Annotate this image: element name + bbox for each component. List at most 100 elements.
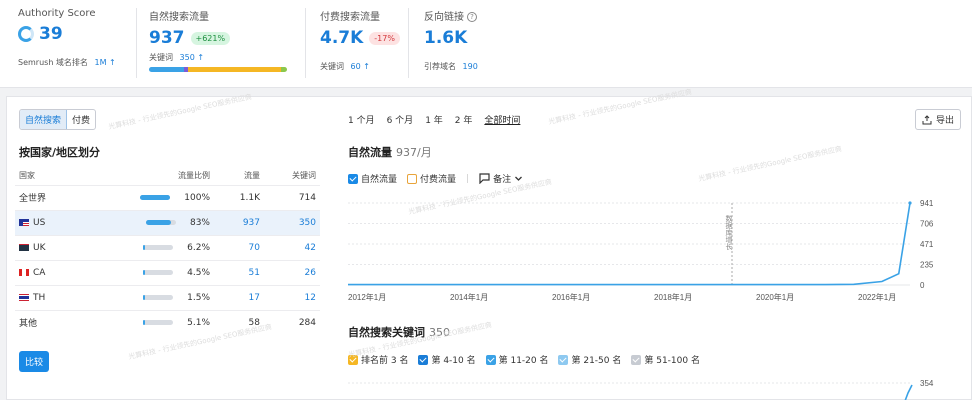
traffic-value[interactable]: 51 xyxy=(214,259,264,285)
flag-ca-icon xyxy=(19,268,29,276)
x-tick-label: 2012年1月 xyxy=(348,292,386,302)
watermark: 光算科技 - 行业领先的Google SEO服务供应商 xyxy=(697,144,843,184)
flag-us-icon xyxy=(19,218,29,226)
ref-domains-value[interactable]: 190 xyxy=(463,62,478,71)
country-name[interactable]: 全世界 xyxy=(15,184,134,210)
period-1y[interactable]: 1 年 xyxy=(425,113,443,126)
traffic-value[interactable]: 17 xyxy=(214,284,264,310)
organic-metric: 自然搜索流量 937 +621% 关键词 350 ↑ xyxy=(136,8,302,78)
keyword-distribution-bar xyxy=(149,67,287,72)
traffic-share: 1.5% xyxy=(134,284,214,310)
checkbox-checked-icon xyxy=(418,354,429,365)
country-name[interactable]: UK xyxy=(15,234,134,260)
y-tick-label: 471 xyxy=(920,240,934,249)
organic-value[interactable]: 937 xyxy=(149,28,185,48)
country-name[interactable]: CA xyxy=(15,259,134,285)
col-keywords[interactable]: 关键词 xyxy=(264,167,320,185)
country-name[interactable]: TH xyxy=(15,284,134,310)
keywords-value: 714 xyxy=(264,184,320,210)
traffic-share: 5.1% xyxy=(134,309,214,335)
export-button[interactable]: 导出 xyxy=(915,109,962,130)
table-row[interactable]: US 83% 937 350 xyxy=(15,209,320,235)
watermark: 光算科技 - 行业领先的Google SEO服务供应商 xyxy=(547,87,693,127)
kw-legend-item[interactable]: 第 11-20 名 xyxy=(485,353,548,366)
y-tick-label: 235 xyxy=(920,261,934,270)
traffic-value[interactable]: 937 xyxy=(214,209,264,235)
chevron-down-icon xyxy=(515,176,523,181)
organic-change-badge: +621% xyxy=(190,31,231,45)
traffic-share: 83% xyxy=(134,209,214,235)
legend-organic[interactable]: 自然流量 xyxy=(348,172,397,185)
share-bar xyxy=(143,269,174,275)
keywords-value[interactable]: 26 xyxy=(264,259,320,285)
compare-button[interactable]: 比较 xyxy=(19,351,50,372)
x-tick-label: 2018年1月 xyxy=(654,292,692,302)
toggle-organic[interactable]: 自然搜索 xyxy=(20,110,68,129)
kw-legend-item[interactable]: 第 21-50 名 xyxy=(558,353,621,366)
info-icon[interactable]: ? xyxy=(467,12,477,22)
traffic-value[interactable]: 70 xyxy=(214,234,264,260)
table-row[interactable]: 全世界 100% 1.1K 714 xyxy=(15,184,320,210)
traffic-chart-subtitle: 937/月 xyxy=(396,146,432,159)
keywords-value[interactable]: 12 xyxy=(264,284,320,310)
notes-dropdown[interactable]: 备注 xyxy=(479,172,523,185)
paid-change-badge: -17% xyxy=(369,31,400,45)
flag-uk-icon xyxy=(19,243,29,251)
kw-legend-item[interactable]: 排名前 3 名 xyxy=(348,353,408,366)
kw-chart-legend: 排名前 3 名第 4-10 名第 11-20 名第 21-50 名第 51-10… xyxy=(348,353,700,366)
share-bar xyxy=(143,244,174,250)
paid-metric: 付费搜索流量 4.7K -17% 关键词 60 ↑ xyxy=(305,8,405,78)
toggle-paid[interactable]: 付费 xyxy=(67,110,95,129)
checkbox-checked-icon xyxy=(485,354,496,365)
paid-value[interactable]: 4.7K xyxy=(320,28,363,48)
share-bar xyxy=(140,194,171,200)
keyword-chart[interactable]: 354 xyxy=(340,375,970,400)
traffic-type-toggle: 自然搜索 付费 xyxy=(19,109,97,130)
col-country[interactable]: 国家 xyxy=(15,167,134,185)
y-tick-label: 706 xyxy=(920,219,934,228)
annotation-label: 数据库增长 xyxy=(725,214,733,251)
period-all[interactable]: 全部时间 xyxy=(484,113,520,126)
table-row[interactable]: CA 4.5% 51 26 xyxy=(15,259,320,285)
col-traffic[interactable]: 流量 xyxy=(214,167,264,185)
organic-kw-label: 关键词 xyxy=(149,53,173,62)
organic-label: 自然搜索流量 xyxy=(149,12,209,23)
period-2y[interactable]: 2 年 xyxy=(455,113,473,126)
country-name[interactable]: 其他 xyxy=(15,309,134,335)
table-row[interactable]: TH 1.5% 17 12 xyxy=(15,284,320,310)
keywords-value: 284 xyxy=(264,309,320,335)
col-share[interactable]: 流量比例 xyxy=(134,167,214,185)
authority-ring-icon xyxy=(18,26,34,42)
series-line-keywords xyxy=(904,384,913,400)
metrics-bar: Authority Score 39 Semrush 域名排名 1M ↑ 自然搜… xyxy=(0,0,972,88)
backlinks-value[interactable]: 1.6K xyxy=(424,28,467,48)
traffic-chart-title: 自然流量 937/月 xyxy=(348,146,432,159)
organic-traffic-chart[interactable]: 941 706 471 235 0 2012年1月 2014年1月 2016年1月 2018年1… xyxy=(340,195,970,310)
ref-domains-label: 引荐域名 xyxy=(424,62,456,71)
country-name[interactable]: US xyxy=(15,209,134,235)
kw-legend-item[interactable]: 第 4-10 名 xyxy=(418,353,476,366)
kw-legend-item[interactable]: 第 51-100 名 xyxy=(631,353,700,366)
y-tick-label: 0 xyxy=(920,281,925,290)
kw-chart-title: 自然搜索关键词 350 xyxy=(348,326,450,339)
table-row[interactable]: UK 6.2% 70 42 xyxy=(15,234,320,260)
rank-label: Semrush 域名排名 xyxy=(18,58,88,67)
organic-kw-value[interactable]: 350 ↑ xyxy=(180,53,205,62)
keywords-value[interactable]: 350 xyxy=(264,209,320,235)
traffic-share: 100% xyxy=(134,184,214,210)
checkbox-checked-icon xyxy=(348,173,358,184)
rank-value[interactable]: 1M ↑ xyxy=(94,58,115,67)
paid-kw-value[interactable]: 60 ↑ xyxy=(351,62,370,71)
share-bar xyxy=(145,219,176,225)
export-icon xyxy=(922,114,932,124)
legend-paid[interactable]: 付费流量 xyxy=(407,172,456,185)
table-row[interactable]: 其他 5.1% 58 284 xyxy=(15,309,320,335)
backlinks-label: 反向链接 xyxy=(424,12,464,23)
period-1m[interactable]: 1 个月 xyxy=(348,113,375,126)
y-tick-label: 354 xyxy=(920,379,934,388)
keywords-value[interactable]: 42 xyxy=(264,234,320,260)
authority-value[interactable]: 39 xyxy=(39,24,63,44)
overview-panel: 自然搜索 付费 按国家/地区划分 国家 流量比例 流量 关键词 全世界 100% 1… xyxy=(6,88,972,400)
period-6m[interactable]: 6 个月 xyxy=(387,113,414,126)
country-table: 国家 流量比例 流量 关键词 全世界 100% 1.1K 714 US 83% 937 350… xyxy=(15,167,320,335)
